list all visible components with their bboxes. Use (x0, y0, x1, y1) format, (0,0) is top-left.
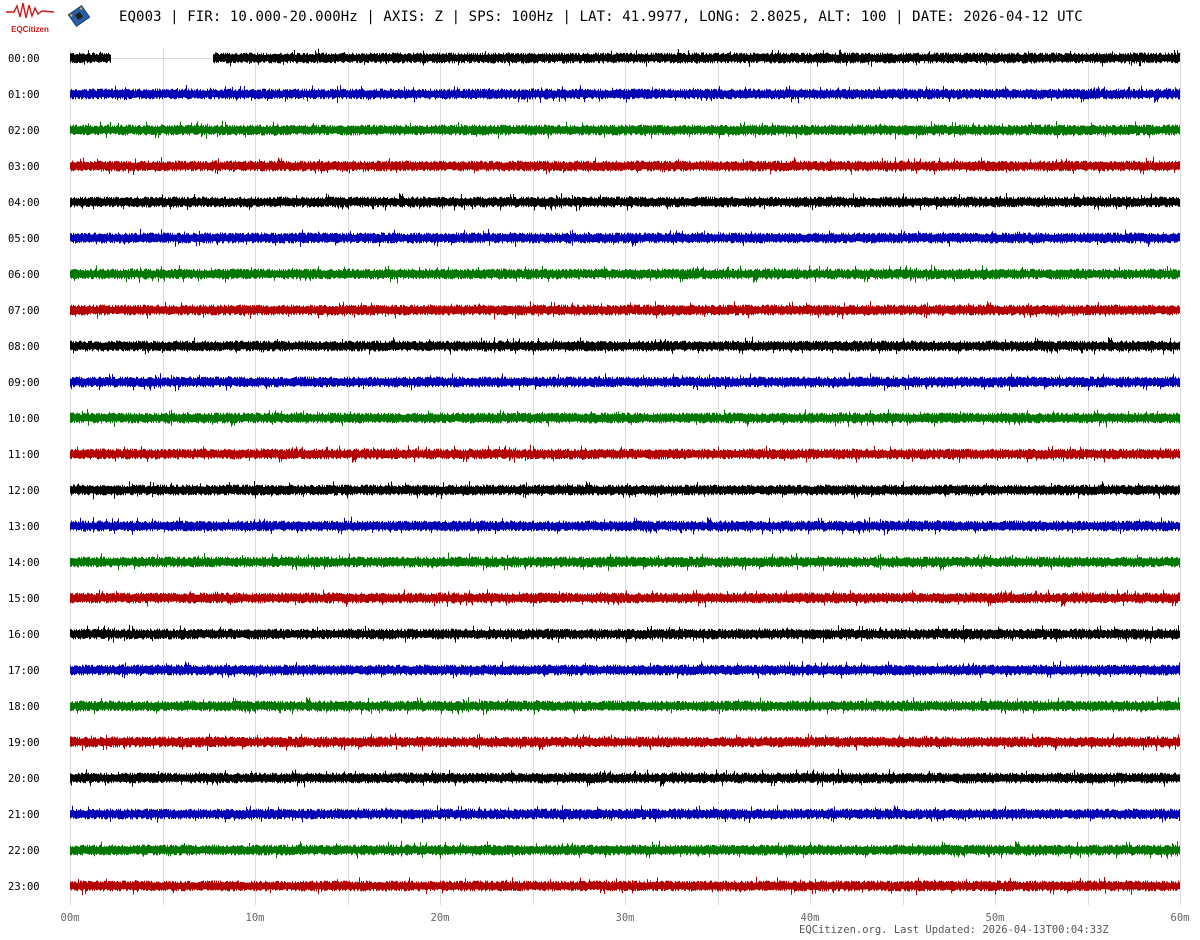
row-hour-label: 20:00 (8, 773, 40, 785)
row-hour-label: 14:00 (8, 557, 40, 569)
x-tick-label: 40m (801, 912, 820, 924)
row-hour-label: 12:00 (8, 485, 40, 497)
row-hour-label: 04:00 (8, 197, 40, 209)
helicorder-plot: 00m 10m 20m 30m 40m 50m 60m 00:00 01:00 02:00 03:0… (8, 48, 1190, 924)
row-hour-label: 11:00 (8, 449, 40, 461)
row-hour-label: 08:00 (8, 341, 40, 353)
row-hour-label: 17:00 (8, 665, 40, 677)
row-hour-label: 00:00 (8, 53, 40, 65)
row-hour-label: 22:00 (8, 845, 40, 857)
x-tick-label: 20m (431, 912, 450, 924)
row-hour-label: 21:00 (8, 809, 40, 821)
row-hour-label: 09:00 (8, 377, 40, 389)
footer-last-updated: EQCitizen.org. Last Updated: 2026-04-13T… (799, 924, 1109, 936)
row-hour-label: 01:00 (8, 89, 40, 101)
row-hour-label: 23:00 (8, 881, 40, 893)
row-hour-label: 19:00 (8, 737, 40, 749)
row-hour-label: 07:00 (8, 305, 40, 317)
row-hour-label: 06:00 (8, 269, 40, 281)
row-hour-label: 15:00 (8, 593, 40, 605)
x-tick-label: 00m (61, 912, 80, 924)
row-hour-label: 13:00 (8, 521, 40, 533)
row-hour-label: 02:00 (8, 125, 40, 137)
x-tick-label: 10m (246, 912, 265, 924)
row-hour-label: 05:00 (8, 233, 40, 245)
x-tick-label: 60m (1171, 912, 1190, 924)
row-hour-label: 10:00 (8, 413, 40, 425)
x-tick-label: 30m (616, 912, 635, 924)
row-hour-label: 16:00 (8, 629, 40, 641)
x-tick-label: 50m (986, 912, 1005, 924)
row-hour-label: 18:00 (8, 701, 40, 713)
row-hour-label: 03:00 (8, 161, 40, 173)
